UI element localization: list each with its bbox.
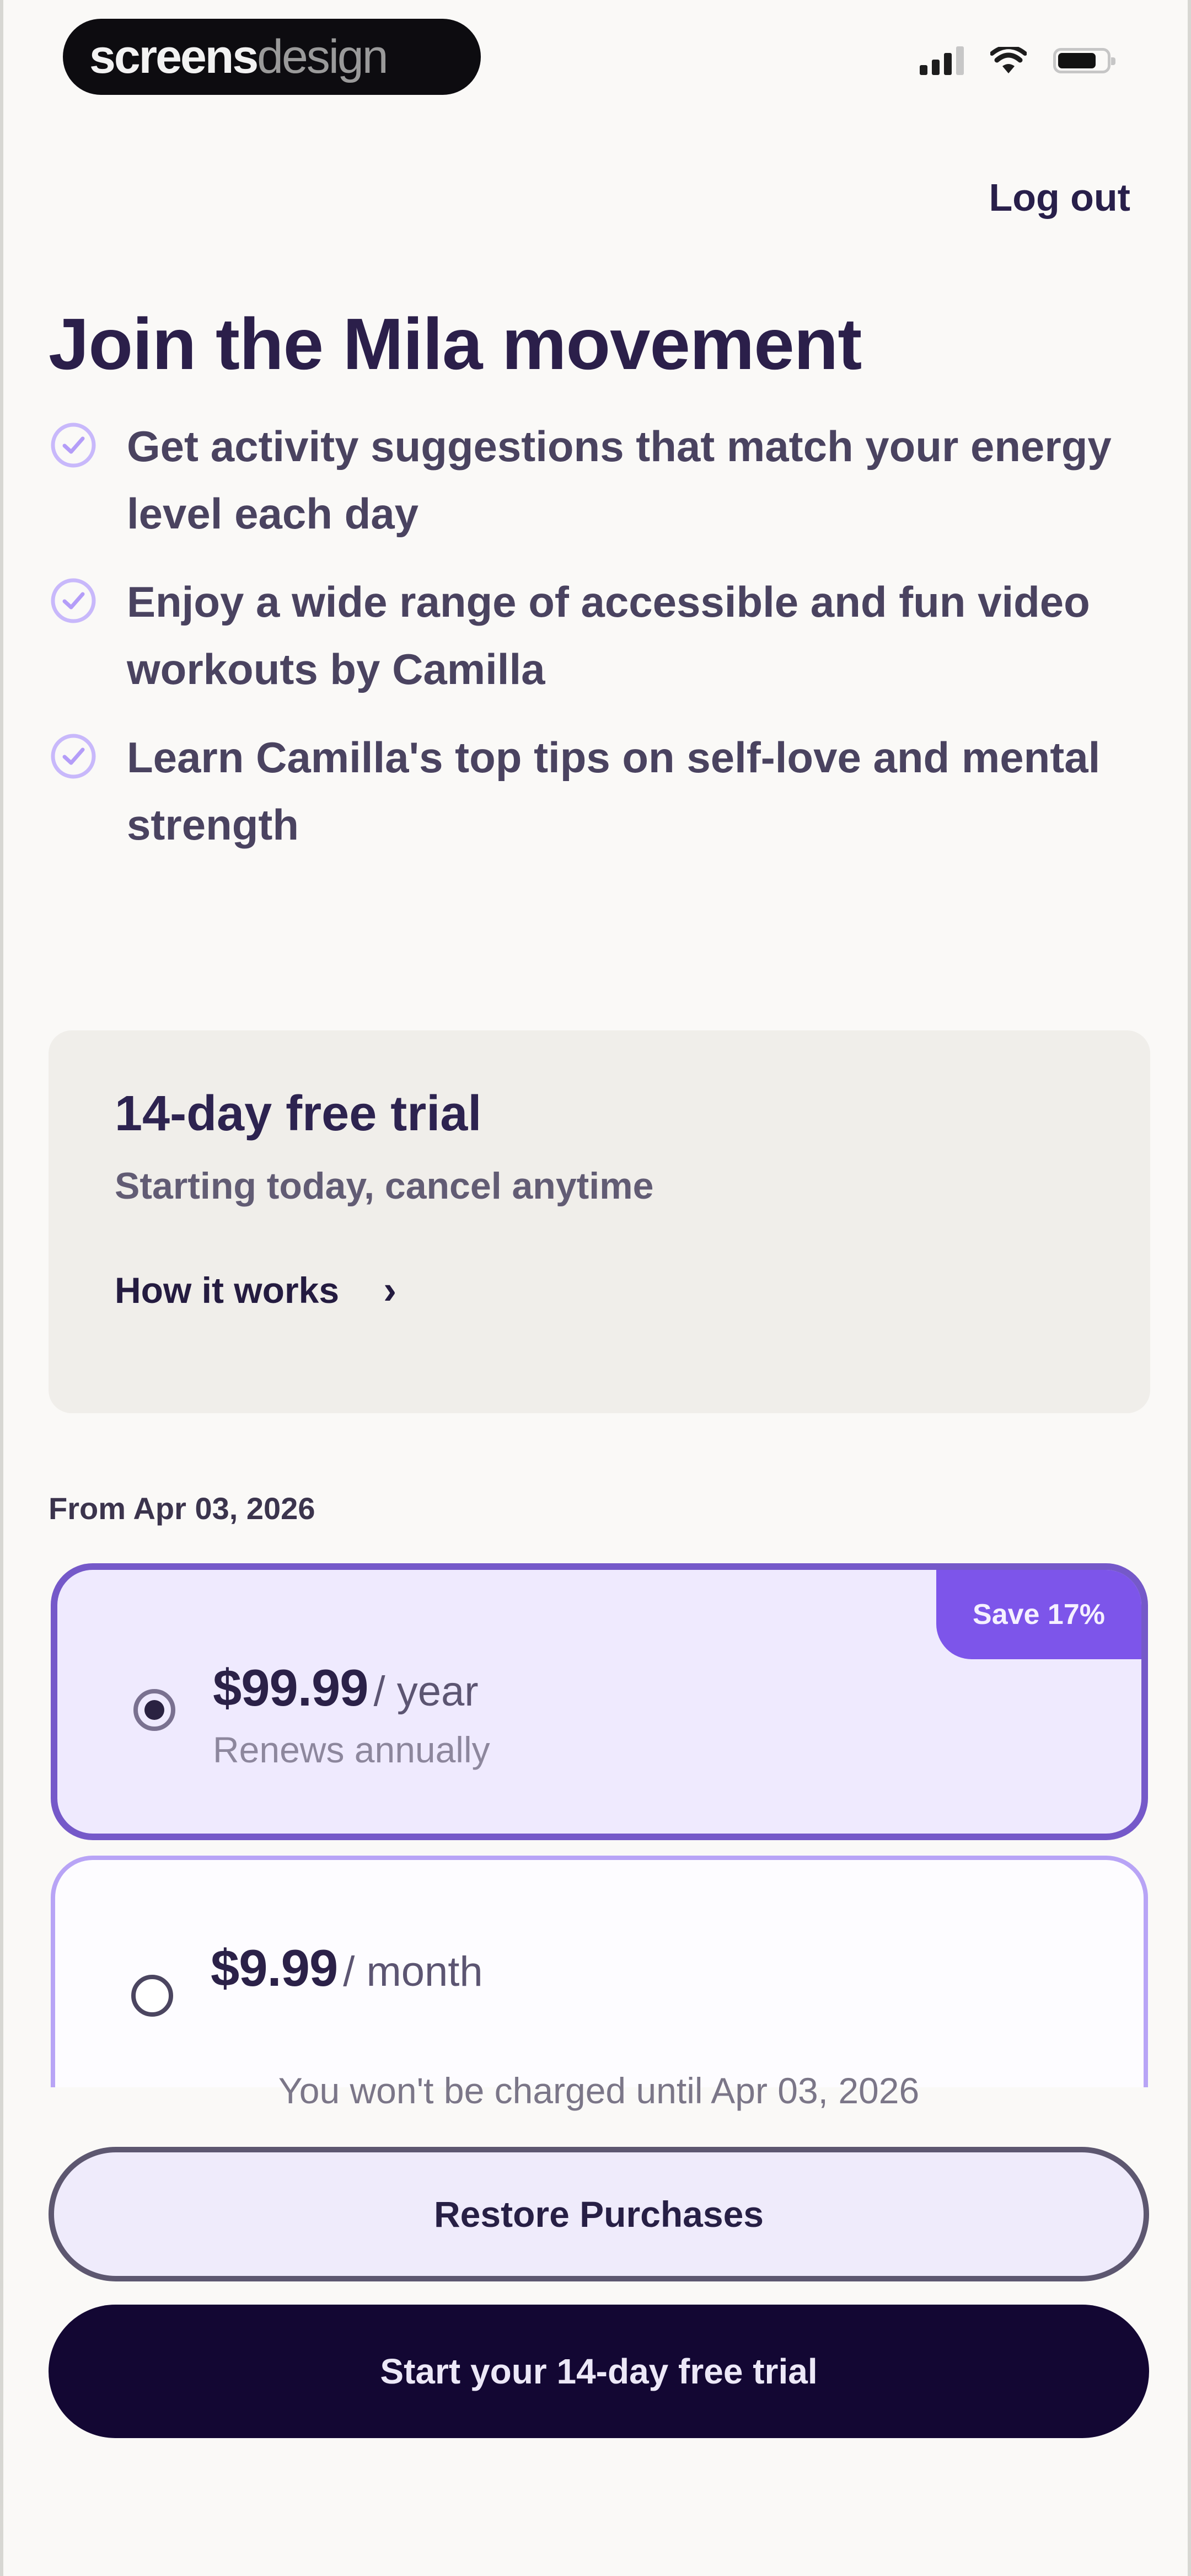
battery-icon <box>1053 48 1115 73</box>
status-icons <box>920 46 1115 75</box>
radio-selected[interactable] <box>133 1689 175 1731</box>
brand-watermark: screens design <box>63 19 481 95</box>
how-it-works-link[interactable]: How it works › <box>115 1269 1084 1311</box>
wifi-icon <box>990 47 1027 73</box>
plan-renewal: Renews annually <box>213 1729 490 1770</box>
plan-price: $99.99 <box>213 1659 369 1717</box>
plan-price-line: $9.99 / month <box>211 1938 483 1998</box>
restore-purchases-button[interactable]: Restore Purchases <box>49 2147 1149 2281</box>
benefit-item: Learn Camilla's top tips on self-love an… <box>49 724 1129 858</box>
paywall-screen: screens design Log out Join the Mila move… <box>0 0 1191 2576</box>
benefits-list: Get activity suggestions that match your… <box>49 413 1129 879</box>
status-bar: screens design <box>3 0 1188 121</box>
signal-icon <box>920 46 964 75</box>
plan-option-yearly[interactable]: Save 17% $99.99 / year Renews annually <box>51 1563 1148 1840</box>
check-circle-icon <box>51 734 96 779</box>
charge-note: You won't be charged until Apr 03, 2026 <box>278 2070 920 2111</box>
plan-period: / year <box>373 1668 479 1715</box>
logout-link[interactable]: Log out <box>989 175 1130 220</box>
plan-price-line: $99.99 / year <box>213 1658 479 1718</box>
plan-period: / month <box>343 1948 483 1995</box>
radio-unselected[interactable] <box>131 1975 173 2017</box>
how-it-works-label: How it works <box>115 1270 340 1311</box>
benefit-item: Enjoy a wide range of accessible and fun… <box>49 568 1129 703</box>
benefit-text: Enjoy a wide range of accessible and fun… <box>127 578 1090 693</box>
check-circle-icon <box>51 423 96 468</box>
page-title: Join the Mila movement <box>49 303 862 384</box>
chevron-right-icon: › <box>383 1268 397 1312</box>
start-trial-button[interactable]: Start your 14-day free trial <box>49 2305 1149 2438</box>
benefit-item: Get activity suggestions that match your… <box>49 413 1129 547</box>
save-badge: Save 17% <box>936 1570 1141 1659</box>
trial-title: 14-day free trial <box>115 1086 482 1141</box>
brand-light-text: design <box>257 30 388 83</box>
check-circle-icon <box>51 578 96 623</box>
benefit-text: Get activity suggestions that match your… <box>127 422 1112 538</box>
from-date-label: From Apr 03, 2026 <box>49 1491 315 1526</box>
brand-bold-text: screens <box>89 30 259 83</box>
benefit-text: Learn Camilla's top tips on self-love an… <box>127 733 1101 849</box>
plan-option-monthly[interactable]: $9.99 / month <box>51 1856 1148 2087</box>
trial-info-card: 14-day free trial Starting today, cancel… <box>49 1030 1150 1413</box>
trial-subtitle: Starting today, cancel anytime <box>115 1165 654 1207</box>
plan-price: $9.99 <box>211 1939 338 1997</box>
